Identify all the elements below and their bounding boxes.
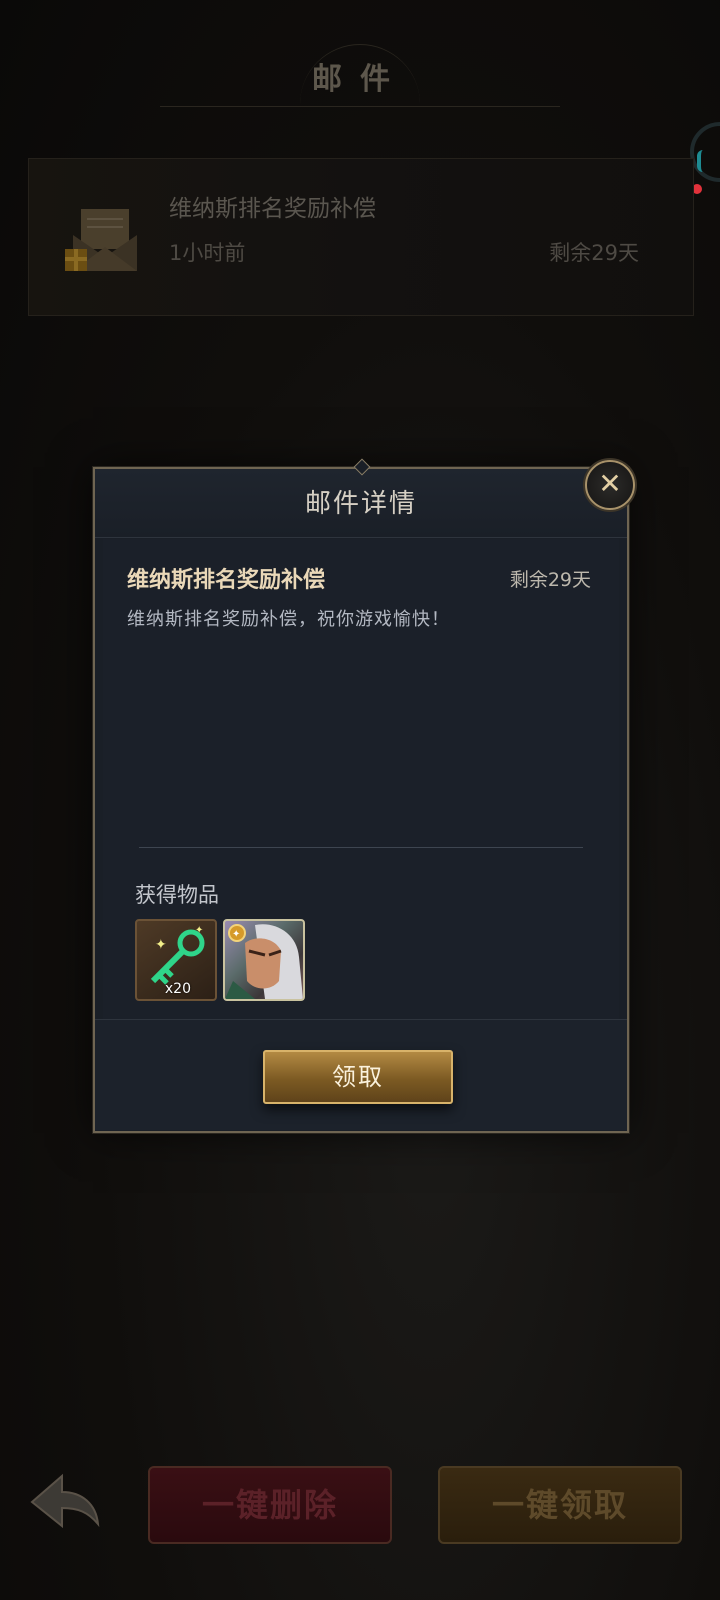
delete-all-button[interactable]: 一键删除: [148, 1466, 392, 1544]
divider: [139, 847, 583, 848]
svg-text:✦: ✦: [195, 925, 203, 936]
bottom-bar: 一键删除 一键领取: [0, 1440, 720, 1600]
mail-detail-content: 维纳斯排名奖励补偿，祝你游戏愉快！: [127, 609, 450, 630]
reward-item-hero[interactable]: ✦: [223, 919, 305, 1001]
mail-header: 邮件: [0, 40, 720, 110]
hero-portrait-icon: ✦: [225, 924, 303, 999]
activity-ring-progress: [697, 150, 709, 172]
item-quantity: x20: [164, 981, 191, 997]
close-icon: ✕: [598, 467, 622, 500]
dialog-footer: 领取: [95, 1019, 627, 1130]
dialog-title: 邮件详情: [304, 489, 417, 519]
mail-envelope-icon: [65, 199, 145, 279]
close-button[interactable]: ✕: [585, 460, 635, 510]
header-divider: [160, 106, 560, 107]
mail-list-time: 1小时前: [169, 241, 246, 265]
page-title: 邮件: [312, 62, 408, 97]
back-arrow-icon[interactable]: [20, 1462, 110, 1542]
mail-list-item[interactable]: 维纳斯排名奖励补偿 1小时前 剩余29天: [28, 158, 694, 316]
claim-all-button[interactable]: 一键领取: [438, 1466, 682, 1544]
mail-detail-title: 维纳斯排名奖励补偿: [127, 568, 326, 593]
reward-item-key[interactable]: ✦ ✦ x20: [135, 919, 217, 1001]
svg-text:✦: ✦: [232, 929, 240, 940]
dialog-header: 邮件详情: [95, 469, 627, 538]
mail-detail-dialog: 邮件详情 维纳斯排名奖励补偿 剩余29天 维纳斯排名奖励补偿，祝你游戏愉快！ 获…: [93, 467, 629, 1133]
mail-detail-remaining: 剩余29天: [509, 569, 591, 591]
svg-text:✦: ✦: [155, 937, 167, 953]
mail-list-title: 维纳斯排名奖励补偿: [169, 196, 376, 222]
items-label: 获得物品: [135, 883, 219, 907]
mail-list-remaining: 剩余29天: [549, 241, 639, 265]
claim-button[interactable]: 领取: [263, 1050, 453, 1104]
